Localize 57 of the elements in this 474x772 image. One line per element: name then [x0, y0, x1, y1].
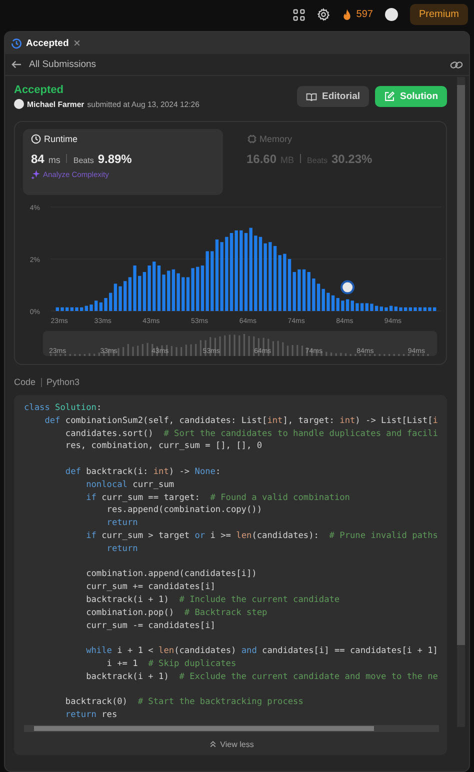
code-line: if curr_sum == target: # Found a valid combination	[85, 492, 351, 504]
link-icon[interactable]	[450, 60, 463, 70]
code-line: i += 1 # Skip duplicates	[106, 658, 238, 671]
user-marker-icon	[340, 280, 355, 294]
stat-value: 84	[31, 152, 44, 166]
code-line: def backtrack(i: int) -> None:	[64, 466, 222, 479]
code-line: while i + 1 < len(candidates) and candidates[i] == candidates[i + 1]	[85, 645, 439, 658]
vertical-scrollbar[interactable]	[457, 77, 465, 727]
editorial-button[interactable]: Editorial	[296, 86, 369, 107]
tab-label: Accepted	[26, 38, 69, 48]
streak-count[interactable]: 597	[356, 9, 373, 20]
view-less-link[interactable]: View less	[220, 740, 254, 749]
settings-icon[interactable]	[317, 8, 330, 21]
code-line: curr_sum += candidates[i]	[85, 581, 216, 594]
avatar[interactable]	[384, 8, 398, 21]
book-icon	[306, 92, 317, 102]
code-line: class Solution:	[24, 402, 103, 415]
stat-label: Runtime	[44, 134, 78, 144]
all-submissions-link[interactable]: All Submissions	[29, 59, 96, 70]
code-line: nonlocal curr_sum	[85, 478, 176, 492]
stat-unit: ms	[48, 155, 60, 165]
close-icon[interactable]	[72, 39, 81, 47]
code-line: backtrack(0) # Start the backtracking process	[64, 696, 304, 710]
beats-label: Beats	[73, 156, 94, 165]
edit-icon	[384, 91, 395, 102]
code-line: res.append(combination.copy())	[106, 504, 263, 518]
code-line: def combinationSum2(self, candidates: List[int], target: int) -> List[List[i	[44, 414, 439, 428]
history-icon	[11, 38, 22, 48]
code-line: return	[106, 517, 139, 530]
stat-value: 16.60	[246, 152, 277, 166]
chip-icon	[246, 134, 256, 144]
grid-icon[interactable]	[293, 8, 306, 20]
back-arrow-icon[interactable]	[11, 60, 22, 69]
avatar	[14, 99, 24, 109]
code-line: curr_sum -= candidates[i]	[85, 620, 216, 632]
sparkle-icon	[31, 170, 40, 179]
code-line: return res	[64, 709, 118, 722]
code-line: combination.append(candidates[i])	[85, 568, 258, 582]
chevrons-up-icon	[209, 740, 218, 748]
code-line: return	[106, 542, 139, 556]
code-line: if curr_sum > target or i >= len(candidates): # Prune invalid paths	[85, 530, 439, 543]
code-label: Code	[14, 377, 36, 387]
code-line: res, combination, curr_sum = [], [], 0	[64, 440, 263, 454]
code-line: backtrack(i + 1) # Exclude the current candidate and move to the ne	[85, 670, 439, 684]
horizontal-scrollbar[interactable]	[24, 724, 439, 732]
clock-icon	[31, 134, 41, 144]
premium-button[interactable]: Premium	[410, 4, 468, 25]
submission-tab[interactable]: Accepted	[11, 38, 81, 48]
stat-label: Memory	[260, 134, 292, 144]
code-line: backtrack(i + 1) # Include the current candidate	[85, 594, 341, 607]
beats-value: 30.23%	[332, 152, 372, 166]
code-line: combination.pop() # Backtrack step	[85, 606, 268, 620]
flame-icon	[342, 8, 352, 20]
beats-value: 9.89%	[98, 152, 132, 166]
status-title: Accepted	[14, 84, 65, 96]
code-line: candidates.sort() # Sort the candidates to handle duplicates and facili	[64, 428, 439, 440]
language-label: Python3	[46, 377, 80, 387]
